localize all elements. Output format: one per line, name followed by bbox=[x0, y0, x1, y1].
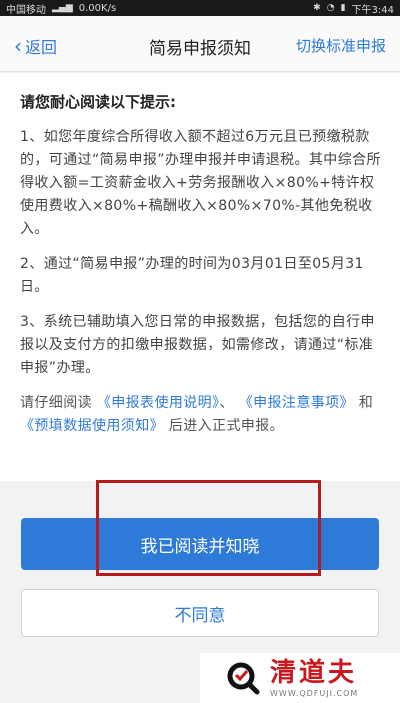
back-button[interactable]: ‹ 返回 bbox=[14, 34, 57, 58]
links-and: 和 bbox=[358, 395, 374, 411]
watermark-name: 清道夫 bbox=[270, 657, 358, 688]
links-prefix: 请仔细阅读 bbox=[20, 395, 92, 411]
notice-heading: 请您耐心阅读以下提示: bbox=[20, 93, 176, 111]
links-suffix: 后进入正式申报。 bbox=[168, 418, 285, 434]
carrier-label: 中国移动 bbox=[6, 4, 46, 16]
wifi-icon: ◔ bbox=[326, 3, 335, 13]
notice-item-3: 3、系统已辅助填入您日常的申报数据，包括您的自行申报以及支付方的扣缴申报数据，如… bbox=[20, 314, 375, 376]
switch-standard-declaration-link[interactable]: 切换标准申报 bbox=[296, 35, 386, 56]
reading-links: 请仔细阅读 《申报表使用说明》、 《申报注意事项》 和 《预填数据使用须知》 后… bbox=[20, 392, 382, 438]
disagree-button[interactable]: 不同意 bbox=[21, 589, 379, 637]
back-label: 返回 bbox=[25, 38, 58, 57]
battery-icon: ▮ bbox=[340, 3, 346, 13]
watermark-url: WWW.QDFUJI.COM bbox=[270, 688, 359, 698]
links-separator: 、 bbox=[219, 395, 234, 411]
prefill-data-notice-link[interactable]: 《预填数据使用须知》 bbox=[20, 418, 164, 434]
bluetooth-icon: ✱ bbox=[313, 3, 321, 13]
declaration-notes-link[interactable]: 《申报注意事项》 bbox=[239, 395, 354, 411]
form-usage-guide-link[interactable]: 《申报表使用说明》 bbox=[97, 395, 220, 411]
clock: 下午3:44 bbox=[351, 4, 394, 16]
status-bar: 中国移动 ▂▄▆ 0.00K/s ✱ ◔ ▮ 下午3:44 bbox=[0, 0, 400, 16]
notice-item-2: 2、通过“简易申报”办理的时间为03月01日至05月31日。 bbox=[20, 256, 364, 295]
notice-item-1: 1、如您年度综合所得收入额不超过6万元且已预缴税款的，可通过“简易申报”办理申报… bbox=[20, 129, 381, 237]
watermark: 清道夫 WWW.QDFUJI.COM bbox=[200, 653, 400, 703]
signal-icon: ▂▄▆ bbox=[52, 3, 73, 13]
agree-button[interactable]: 我已阅读并知晓 bbox=[21, 518, 379, 570]
magnifier-logo-icon bbox=[227, 662, 260, 695]
nav-bar: ‹ 返回 简易申报须知 切换标准申报 bbox=[0, 16, 400, 72]
network-speed: 0.00K/s bbox=[78, 2, 117, 14]
notice-panel: 请您耐心阅读以下提示: 1、如您年度综合所得收入额不超过6万元且已预缴税款的，可… bbox=[0, 73, 400, 481]
chevron-left-icon: ‹ bbox=[14, 34, 22, 58]
